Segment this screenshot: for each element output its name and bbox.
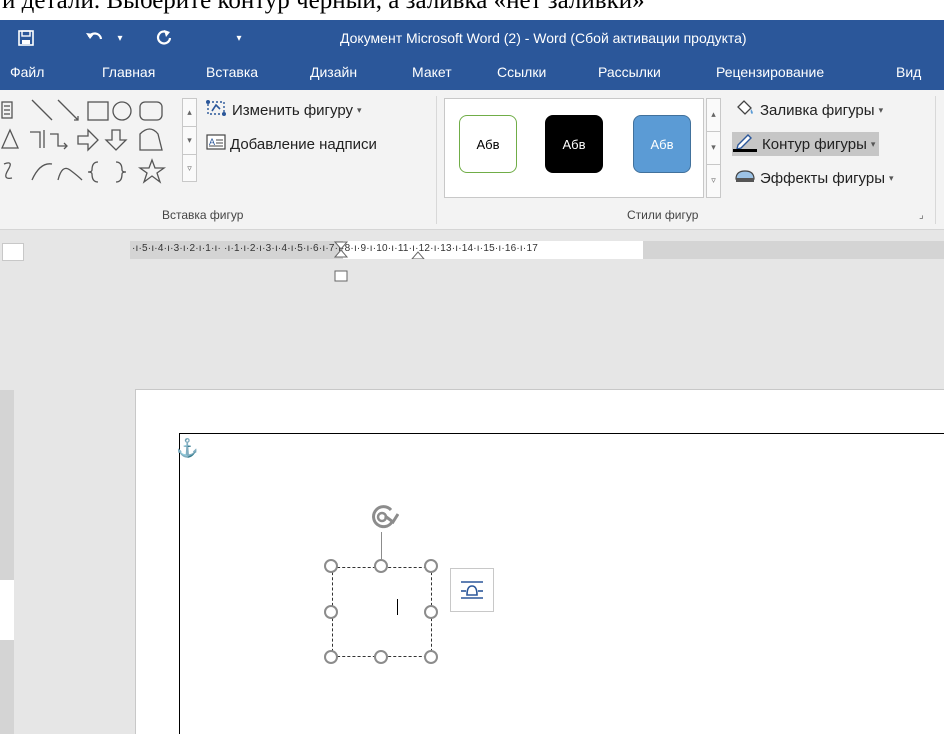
resize-handle-left[interactable]: [324, 605, 338, 619]
resize-handle-top[interactable]: [374, 559, 388, 573]
undo-dropdown-icon[interactable]: ▾: [114, 20, 126, 56]
shape-styles-gallery: Абв Абв Абв: [444, 98, 704, 198]
shape-styles-scroll[interactable]: ▴ ▾ ▿: [706, 98, 721, 198]
customize-qat-icon[interactable]: ▾: [232, 20, 246, 56]
tab-insert[interactable]: Вставка: [206, 56, 258, 90]
insert-shapes-group-label: Вставка фигур: [162, 208, 244, 222]
layout-options-icon: [461, 581, 483, 599]
document-text-fragment: и детали. Выберите контур черный, а зали…: [0, 0, 944, 20]
shape-outline-label: Контур фигуры: [762, 135, 867, 153]
text-box-icon: A: [206, 133, 226, 155]
resize-handle-bottom-right[interactable]: [424, 650, 438, 664]
styles-scroll-down-icon[interactable]: ▾: [707, 132, 720, 165]
tab-file[interactable]: Файл: [10, 56, 44, 90]
shape-fill-dropdown-icon: ▾: [878, 104, 884, 115]
shape-effects-button[interactable]: Эффекты фигуры ▾: [734, 166, 894, 190]
edit-shape-dropdown-icon: ▾: [357, 104, 362, 115]
add-text-box-label: Добавление надписи: [230, 135, 377, 153]
resize-handle-right[interactable]: [424, 605, 438, 619]
resize-handle-bottom[interactable]: [374, 650, 388, 664]
tab-layout[interactable]: Макет: [412, 56, 452, 90]
pen-outline-icon: [732, 132, 758, 156]
tab-references[interactable]: Ссылки: [497, 56, 546, 90]
ribbon-separator-2: [935, 96, 936, 224]
shape-style-preset-1[interactable]: Абв: [459, 115, 517, 173]
shape-effects-label: Эффекты фигуры: [760, 169, 886, 187]
ribbon-tabs: Файл Главная Вставка Дизайн Макет Ссылки…: [0, 56, 944, 90]
vertical-ruler[interactable]: [0, 390, 14, 734]
resize-handle-top-left[interactable]: [324, 559, 338, 573]
paint-bucket-icon: [734, 99, 756, 121]
drawing-canvas-border: [179, 433, 944, 734]
resize-handle-top-right[interactable]: [424, 559, 438, 573]
edit-shape-button[interactable]: Изменить фигуру ▾: [206, 98, 362, 122]
shape-fill-button[interactable]: Заливка фигуры ▾: [734, 98, 883, 122]
shapes-scroll-up-icon[interactable]: ▴: [183, 99, 196, 127]
undo-icon[interactable]: [82, 20, 108, 56]
shapes-gallery[interactable]: [0, 94, 180, 190]
styles-more-icon[interactable]: ▿: [707, 165, 720, 198]
format-shape-launcher-icon[interactable]: ⌟: [919, 210, 924, 221]
save-icon[interactable]: [14, 20, 38, 56]
first-line-indent-marker[interactable]: [333, 241, 349, 259]
title-bar: ▾ ▾ Документ Microsoft Word (2) - Word (…: [0, 20, 944, 56]
anchor-icon[interactable]: ⚓: [176, 438, 198, 459]
shape-outline-dropdown-icon: ▾: [870, 138, 876, 149]
shapes-more-icon[interactable]: ▿: [183, 155, 196, 183]
resize-handle-bottom-left[interactable]: [324, 650, 338, 664]
left-indent-marker[interactable]: [334, 270, 348, 282]
text-cursor: [397, 599, 398, 615]
tab-review[interactable]: Рецензирование: [716, 56, 824, 90]
tab-mailings[interactable]: Рассылки: [598, 56, 661, 90]
rotate-handle-icon[interactable]: [365, 500, 399, 534]
tab-home[interactable]: Главная: [102, 56, 155, 90]
add-text-box-button[interactable]: A Добавление надписи: [206, 132, 377, 156]
ribbon-separator: [436, 96, 437, 224]
shape-styles-group-label: Стили фигур: [627, 208, 699, 222]
shape-outline-button[interactable]: Контур фигуры ▾: [732, 132, 880, 156]
edit-shape-icon: [206, 99, 228, 121]
selected-rectangle-shape[interactable]: [332, 567, 432, 657]
shape-effects-dropdown-icon: ▾: [889, 172, 894, 183]
ribbon: ▴ ▾ ▿ Изменить фигуру ▾ A Добавление над…: [0, 90, 944, 230]
horizontal-ruler[interactable]: ·ı·5·ı·4·ı·3·ı·2·ı·1·ı· ·ı·1·ı·2·ı·3·ı·4…: [130, 241, 944, 259]
shape-style-preset-2[interactable]: Абв: [545, 115, 603, 173]
ruler-area: ·ı·5·ı·4·ı·3·ı·2·ı·1·ı· ·ı·1·ı·2·ı·3·ı·4…: [0, 231, 944, 261]
shapes-scroll-down-icon[interactable]: ▾: [183, 127, 196, 155]
shape-style-preset-3[interactable]: Абв: [633, 115, 691, 173]
shape-effects-icon: [734, 167, 756, 189]
word-window: и детали. Выберите контур черный, а зали…: [0, 0, 944, 734]
edit-shape-label: Изменить фигуру: [232, 101, 354, 119]
shape-fill-label: Заливка фигуры: [760, 101, 875, 119]
tab-view[interactable]: Вид: [896, 56, 921, 90]
redo-icon[interactable]: [152, 20, 176, 56]
document-text-line: и детали. Выберите контур черный, а зали…: [2, 0, 645, 14]
styles-scroll-up-icon[interactable]: ▴: [707, 99, 720, 132]
tab-design[interactable]: Дизайн: [310, 56, 357, 90]
right-indent-marker[interactable]: [410, 250, 426, 259]
window-title: Документ Microsoft Word (2) - Word (Сбой…: [340, 30, 747, 46]
shapes-gallery-scroll[interactable]: ▴ ▾ ▿: [182, 98, 197, 182]
layout-options-button[interactable]: [450, 568, 494, 612]
tab-selector[interactable]: [2, 243, 24, 261]
